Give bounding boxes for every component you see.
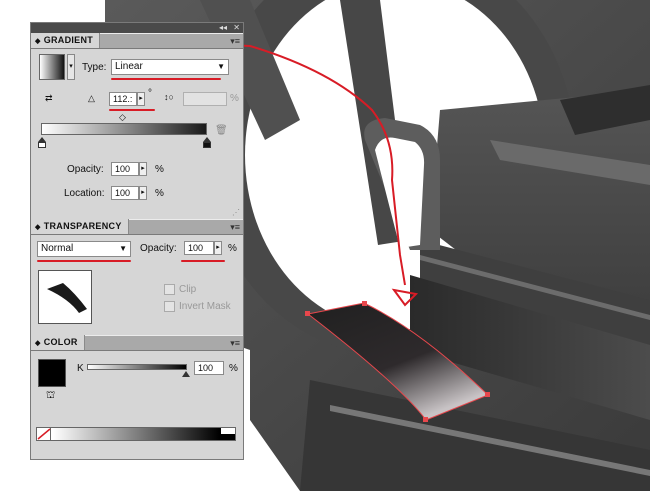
location-input[interactable]: 100	[111, 186, 139, 200]
color-panel: ◆ COLOR ▾≡ ⛫ K 100 %	[31, 335, 243, 455]
panel-dock: ◂◂ ✕ ◆ GRADIENT ▾≡ ▾ Type: Linear ▼ ⇄ △ 1…	[30, 22, 244, 460]
location-label: Location:	[64, 188, 105, 199]
opacity-stepper[interactable]: ▸	[139, 162, 147, 176]
annotation-underline	[181, 260, 225, 262]
transparency-opacity-stepper[interactable]: ▸	[214, 241, 222, 255]
diamond-icon: ◆	[35, 224, 41, 231]
blend-mode-dropdown[interactable]: Normal ▼	[37, 241, 131, 257]
anchor-point[interactable]	[423, 417, 428, 422]
black-swatch[interactable]	[221, 434, 235, 440]
aspect-unit: %	[230, 93, 239, 104]
swatch-dropdown-icon[interactable]: ▾	[67, 54, 75, 80]
k-channel-label: K	[77, 363, 84, 374]
diamond-icon: ◆	[35, 38, 41, 45]
k-channel-input[interactable]: 100	[194, 361, 224, 375]
invert-mask-label: Invert Mask	[179, 301, 231, 312]
location-stepper[interactable]: ▸	[139, 186, 147, 200]
grayscale-spectrum[interactable]	[36, 427, 236, 441]
gradient-panel: ◆ GRADIENT ▾≡ ▾ Type: Linear ▼ ⇄ △ 112.: …	[31, 33, 243, 219]
opacity-label: Opacity:	[67, 164, 104, 175]
annotation-underline	[37, 260, 131, 262]
color-stop-black-swatch[interactable]	[203, 142, 211, 148]
transparency-opacity-input[interactable]: 100	[184, 241, 214, 255]
transparency-tabbar: ◆ TRANSPARENCY ▾≡	[31, 219, 243, 235]
type-label: Type:	[82, 62, 107, 73]
thumbnail-shape-icon	[47, 283, 87, 313]
color-tabbar: ◆ COLOR ▾≡	[31, 335, 243, 351]
chevron-down-icon: ▼	[119, 244, 127, 253]
close-icon[interactable]: ✕	[233, 23, 240, 33]
angle-input[interactable]: 112.:	[109, 92, 137, 106]
type-dropdown[interactable]: Linear ▼	[111, 59, 229, 75]
object-thumbnail[interactable]	[38, 270, 92, 324]
tab-color[interactable]: ◆ COLOR	[31, 335, 85, 350]
transparency-opacity-label: Opacity:	[140, 243, 177, 254]
color-stop-white-swatch[interactable]	[38, 142, 46, 148]
transparency-opacity-unit: %	[228, 243, 237, 254]
angle-stepper[interactable]: ▸	[137, 92, 145, 106]
anchor-point[interactable]	[362, 301, 367, 306]
invert-mask-checkbox[interactable]	[164, 301, 175, 312]
reverse-gradient-icon[interactable]: ⇄	[45, 93, 53, 104]
annotation-underline	[109, 109, 155, 111]
anchor-point[interactable]	[485, 392, 490, 397]
aspect-ratio-icon: ↕○	[164, 92, 174, 102]
collapse-icon[interactable]: ◂◂	[219, 23, 227, 33]
panel-menu-icon[interactable]: ▾≡	[230, 221, 240, 233]
none-slash-icon	[37, 428, 51, 440]
type-value: Linear	[115, 61, 143, 72]
k-channel-unit: %	[229, 363, 238, 374]
midpoint-diamond-icon[interactable]: ◇	[119, 112, 126, 123]
gradient-title: GRADIENT	[43, 35, 94, 45]
clip-checkbox[interactable]	[164, 284, 175, 295]
tab-gradient[interactable]: ◆ GRADIENT	[31, 33, 101, 48]
location-unit: %	[155, 188, 164, 199]
k-channel-slider[interactable]	[87, 364, 187, 370]
gradient-slider[interactable]	[41, 123, 207, 135]
anchor-point[interactable]	[305, 311, 310, 316]
gradient-swatch[interactable]	[39, 54, 65, 80]
angle-unit: °	[148, 88, 152, 99]
transparency-panel: ◆ TRANSPARENCY ▾≡ Normal ▼ Opacity: 100 ▸…	[31, 219, 243, 335]
diamond-icon: ◆	[35, 340, 41, 347]
transparency-title: TRANSPARENCY	[43, 221, 122, 231]
angle-icon: △	[88, 93, 95, 103]
color-title: COLOR	[43, 337, 78, 347]
dock-titlebar: ◂◂ ✕	[31, 23, 243, 33]
aspect-ratio-input[interactable]	[183, 92, 227, 106]
delete-stop-icon[interactable]: 🗑	[215, 125, 228, 136]
panel-menu-icon[interactable]: ▾≡	[230, 337, 240, 349]
resize-grip-icon[interactable]: ⋰	[232, 208, 240, 217]
out-of-gamut-icon[interactable]: ⛫	[46, 390, 55, 403]
clip-label: Clip	[179, 284, 197, 295]
tab-transparency[interactable]: ◆ TRANSPARENCY	[31, 219, 129, 234]
none-color-icon[interactable]	[37, 428, 51, 440]
gradient-tabbar: ◆ GRADIENT ▾≡	[31, 33, 243, 49]
k-slider-thumb[interactable]	[182, 371, 190, 377]
panel-menu-icon[interactable]: ▾≡	[230, 35, 240, 47]
blend-mode-value: Normal	[41, 243, 74, 254]
chevron-down-icon: ▼	[217, 62, 225, 71]
opacity-unit: %	[155, 164, 164, 175]
annotation-underline	[111, 78, 221, 80]
fill-color-swatch[interactable]	[38, 359, 66, 387]
opacity-input[interactable]: 100	[111, 162, 139, 176]
